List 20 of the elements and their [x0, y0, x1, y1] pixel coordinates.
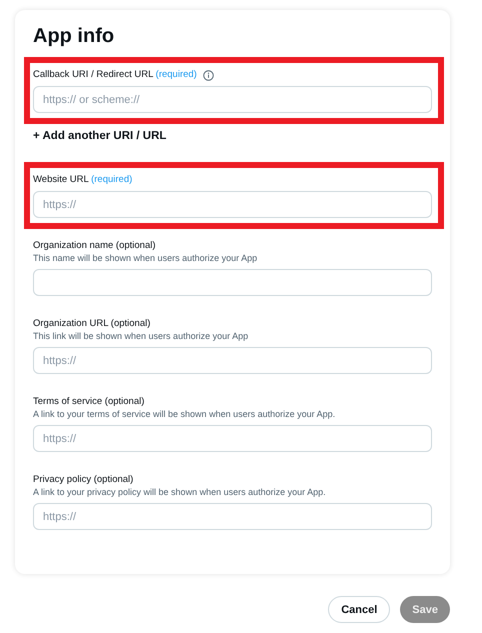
field-hint: This link will be shown when users authorize your App: [33, 330, 250, 342]
field-hint: A link to your terms of service will be shown when users authorize your App.: [33, 408, 336, 420]
info-icon[interactable]: [202, 70, 214, 80]
field-label: Organization name (optional): [33, 240, 156, 252]
cancel-button[interactable]: Cancel: [328, 596, 390, 623]
input-field[interactable]: [33, 269, 432, 296]
input-field[interactable]: https://: [33, 191, 432, 218]
field-label: Organization URL (optional): [33, 318, 150, 330]
field-label: Callback URI / Redirect URL (required): [33, 69, 197, 81]
field-label: Terms of service (optional): [33, 396, 144, 408]
input-field[interactable]: https://: [33, 347, 432, 374]
field-label: Privacy policy (optional): [33, 474, 134, 486]
field-hint: A link to your privacy policy will be shown when users authorize your App.: [33, 486, 327, 498]
section-title: App info: [33, 24, 116, 48]
field-hint: This name will be shown when users authorize your App: [33, 252, 258, 264]
field-label: Website URL (required): [33, 174, 132, 186]
input-field[interactable]: https://: [33, 425, 432, 452]
input-field[interactable]: https:// or scheme://: [33, 86, 432, 113]
input-field[interactable]: https://: [33, 503, 432, 530]
add-uri-link[interactable]: + Add another URI / URL: [33, 130, 166, 142]
